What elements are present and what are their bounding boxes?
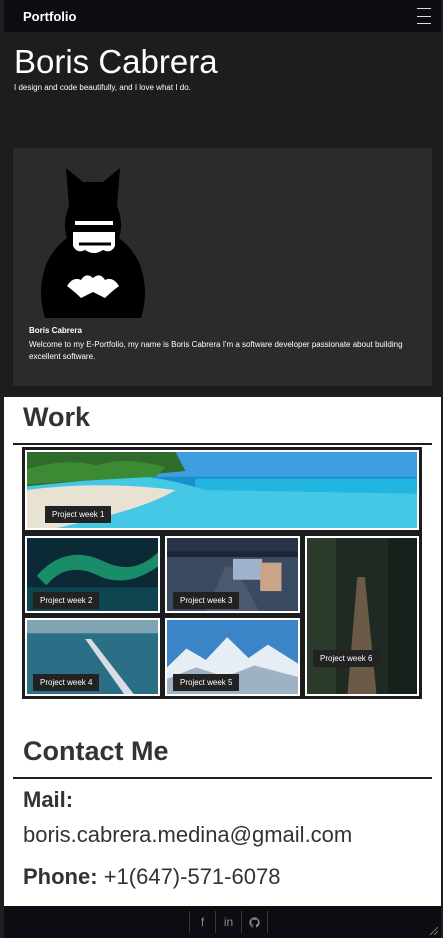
social-links: f in bbox=[189, 911, 268, 933]
brand-link[interactable]: Portfolio bbox=[23, 9, 76, 24]
project-tile-5[interactable]: Project week 5 bbox=[165, 618, 300, 696]
work-title: Work bbox=[23, 402, 91, 432]
about-card: Boris Cabrera Welcome to my E-Portfolio,… bbox=[13, 148, 432, 386]
project-caption-5: Project week 5 bbox=[173, 674, 240, 691]
project-caption-1: Project week 1 bbox=[45, 506, 112, 523]
hero-name: Boris Cabrera bbox=[14, 43, 218, 80]
project-tile-4[interactable]: Project week 4 bbox=[25, 618, 160, 696]
project-tile-1[interactable]: Project week 1 bbox=[25, 450, 419, 530]
project-gallery: Project week 1 Project week 2 Project we… bbox=[22, 447, 422, 699]
resize-grip-icon bbox=[429, 926, 438, 935]
navbar: Portfolio bbox=[4, 0, 441, 32]
hero-section: Boris Cabrera I design and code beautifu… bbox=[4, 32, 441, 397]
batman-avatar-icon bbox=[41, 168, 145, 318]
hero-tagline: I design and code beautifully, and I lov… bbox=[14, 83, 191, 92]
project-tile-3[interactable]: Project week 3 bbox=[165, 536, 300, 613]
mail-link[interactable]: boris.cabrera.medina@gmail.com bbox=[23, 822, 352, 848]
phone-value[interactable]: +1(647)-571-6078 bbox=[104, 864, 281, 889]
mail-label: Mail: bbox=[23, 787, 74, 812]
project-caption-4: Project week 4 bbox=[33, 674, 100, 691]
github-icon[interactable] bbox=[242, 911, 268, 933]
project-caption-3: Project week 3 bbox=[173, 592, 240, 609]
project-tile-2[interactable]: Project week 2 bbox=[25, 536, 160, 613]
forest-suspension-bridge-image bbox=[307, 538, 417, 694]
card-text: Welcome to my E-Portfolio, my name is Bo… bbox=[29, 340, 403, 361]
phone-label: Phone: bbox=[23, 864, 98, 889]
facebook-icon[interactable]: f bbox=[189, 911, 216, 933]
card-name: Boris Cabrera bbox=[29, 326, 82, 335]
work-divider bbox=[13, 443, 432, 445]
project-tile-6[interactable]: Project week 6 bbox=[305, 536, 419, 696]
hamburger-icon[interactable] bbox=[417, 8, 431, 24]
footer: f in bbox=[4, 906, 441, 938]
contact-title: Contact Me bbox=[23, 736, 169, 766]
contact-divider bbox=[13, 777, 432, 779]
project-caption-6: Project week 6 bbox=[313, 650, 380, 667]
project-caption-2: Project week 2 bbox=[33, 592, 100, 609]
linkedin-icon[interactable]: in bbox=[216, 911, 242, 933]
phone-line: Phone: +1(647)-571-6078 bbox=[23, 864, 280, 890]
